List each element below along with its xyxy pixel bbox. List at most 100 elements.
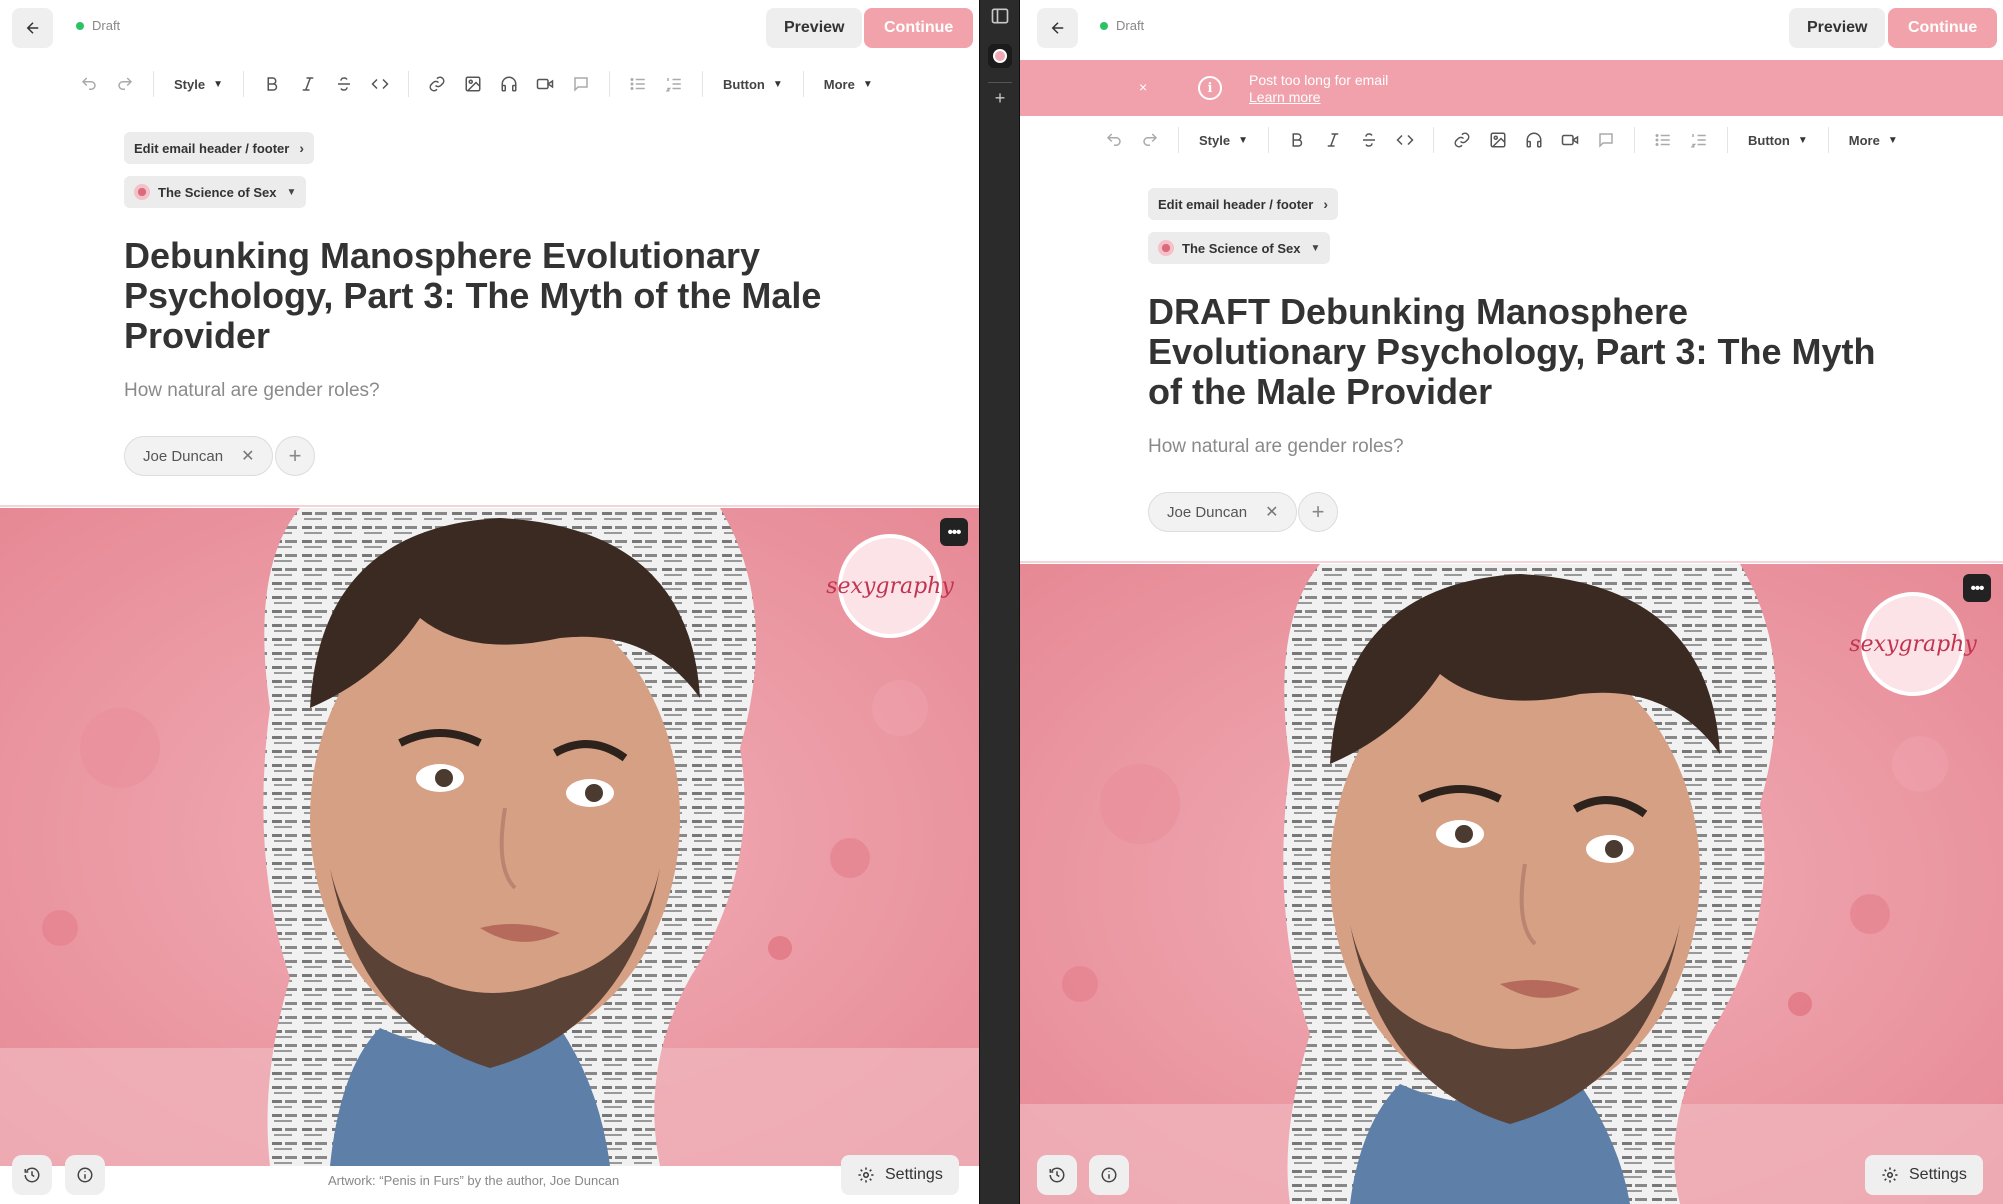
settings-label: Settings (885, 1166, 943, 1183)
version-history-button[interactable] (12, 1155, 52, 1195)
more-label: More (1848, 132, 1880, 148)
status-dot (1100, 21, 1108, 30)
caret-down-icon: ▼ (1887, 134, 1898, 146)
headphones-icon[interactable] (494, 69, 524, 99)
add-author-button[interactable]: + (1298, 492, 1338, 532)
image-caption[interactable]: Artwork: “Penis in Furs” by the author, … (328, 1173, 619, 1188)
publication-switcher[interactable] (988, 44, 1012, 68)
button-label: Button (1747, 132, 1790, 148)
gear-icon (1882, 1167, 1898, 1183)
post-subtitle[interactable]: How natural are gender roles? (1148, 436, 1404, 458)
code-icon[interactable] (365, 69, 395, 99)
close-banner-icon[interactable]: × (1139, 79, 1147, 95)
bold-icon[interactable] (257, 69, 287, 99)
redo-icon[interactable] (110, 69, 140, 99)
add-publication-icon[interactable]: + (988, 86, 1012, 110)
preview-button[interactable]: Preview (1789, 8, 1886, 48)
strikethrough-icon[interactable] (1354, 125, 1384, 155)
sidebar-separator (988, 82, 1012, 83)
style-label: Style (174, 76, 206, 92)
edit-email-header-button[interactable]: Edit email header / footer › (1148, 188, 1338, 220)
publication-selector[interactable]: The Science of Sex ▼ (124, 176, 307, 208)
image-icon[interactable] (458, 69, 488, 99)
video-icon[interactable] (530, 69, 560, 99)
button-dropdown[interactable]: Button ▼ (1738, 133, 1818, 148)
bullet-list-icon[interactable] (623, 69, 653, 99)
remove-author-icon[interactable]: ✕ (1265, 502, 1278, 522)
numbered-list-icon[interactable] (1684, 125, 1714, 155)
redo-icon[interactable] (1135, 125, 1165, 155)
sidebar-toggle-icon[interactable] (988, 4, 1012, 28)
undo-icon[interactable] (1099, 125, 1129, 155)
strikethrough-icon[interactable] (329, 69, 359, 99)
publication-name: The Science of Sex (158, 184, 277, 200)
back-button[interactable] (12, 8, 53, 48)
post-title[interactable]: Debunking Manosphere Evolutionary Psycho… (124, 236, 844, 356)
code-icon[interactable] (1390, 125, 1420, 155)
add-author-button[interactable]: + (275, 436, 315, 476)
image-icon[interactable] (1483, 125, 1513, 155)
author-pill[interactable]: Joe Duncan ✕ (1148, 492, 1298, 532)
undo-icon[interactable] (74, 69, 104, 99)
button-dropdown[interactable]: Button ▼ (713, 77, 793, 92)
comment-icon[interactable] (566, 69, 596, 99)
status-dot (76, 21, 84, 30)
toolbar-divider (407, 71, 409, 97)
image-options-button[interactable]: ••• (940, 518, 968, 546)
gear-icon (858, 1167, 874, 1183)
headphones-icon[interactable] (1519, 125, 1549, 155)
link-icon[interactable] (422, 69, 452, 99)
cover-image[interactable]: sexygraphy ••• (0, 508, 979, 1166)
status-label: Draft (92, 18, 121, 33)
cover-image[interactable]: sexygraphy ••• (1020, 564, 2003, 1204)
post-subtitle[interactable]: How natural are gender roles? (124, 380, 380, 402)
publication-selector[interactable]: The Science of Sex ▼ (1148, 232, 1331, 264)
arrow-left-icon (1051, 22, 1063, 34)
link-icon[interactable] (1447, 125, 1477, 155)
remove-author-icon[interactable]: ✕ (241, 446, 254, 466)
info-circle-icon: i (1198, 76, 1222, 100)
settings-button[interactable]: Settings (1865, 1155, 1983, 1195)
continue-button[interactable]: Continue (864, 8, 974, 48)
learn-more-link[interactable]: Learn more (1249, 89, 1321, 105)
cover-artwork (0, 508, 979, 1166)
edit-header-label: Edit email header / footer (1158, 196, 1314, 212)
logo-text: sexygraphy (1849, 631, 1977, 657)
publication-name: The Science of Sex (1182, 240, 1301, 256)
caret-down-icon: ▼ (1797, 134, 1808, 146)
italic-icon[interactable] (293, 69, 323, 99)
post-title[interactable]: DRAFT Debunking Manosphere Evolutionary … (1148, 292, 1888, 412)
caret-down-icon: ▼ (1238, 134, 1248, 146)
comment-icon[interactable] (1591, 125, 1621, 155)
toolbar-divider (242, 71, 244, 97)
italic-icon[interactable] (1318, 125, 1348, 155)
info-button[interactable] (65, 1155, 105, 1195)
toolbar-divider (701, 71, 703, 97)
more-dropdown[interactable]: More ▼ (1839, 133, 1908, 148)
image-options-button[interactable]: ••• (1963, 574, 1991, 602)
edit-email-header-button[interactable]: Edit email header / footer › (124, 132, 314, 164)
toolbar-divider (153, 71, 154, 97)
status-label: Draft (1116, 18, 1145, 33)
more-dropdown[interactable]: More ▼ (814, 77, 883, 92)
cover-artwork (1020, 564, 2003, 1204)
continue-button[interactable]: Continue (1888, 8, 1998, 48)
settings-button[interactable]: Settings (841, 1155, 959, 1195)
caret-down-icon: ▼ (286, 186, 297, 198)
info-icon (77, 1167, 93, 1183)
formatting-toolbar: Style ▼ Button ▼ More ▼ (1020, 112, 2003, 168)
bold-icon[interactable] (1282, 125, 1312, 155)
preview-button[interactable]: Preview (766, 8, 863, 48)
video-icon[interactable] (1555, 125, 1585, 155)
style-dropdown[interactable]: Style ▼ (164, 77, 233, 92)
author-pill[interactable]: Joe Duncan ✕ (124, 436, 274, 476)
top-bar: Draft Preview Continue (1020, 0, 2003, 56)
version-history-button[interactable] (1037, 1155, 1077, 1195)
style-dropdown[interactable]: Style ▼ (1189, 133, 1258, 148)
bullet-list-icon[interactable] (1648, 125, 1678, 155)
info-button[interactable] (1089, 1155, 1129, 1195)
caret-down-icon: ▼ (862, 78, 873, 90)
info-icon (1101, 1167, 1117, 1183)
back-button[interactable] (1037, 8, 1078, 48)
numbered-list-icon[interactable] (659, 69, 689, 99)
